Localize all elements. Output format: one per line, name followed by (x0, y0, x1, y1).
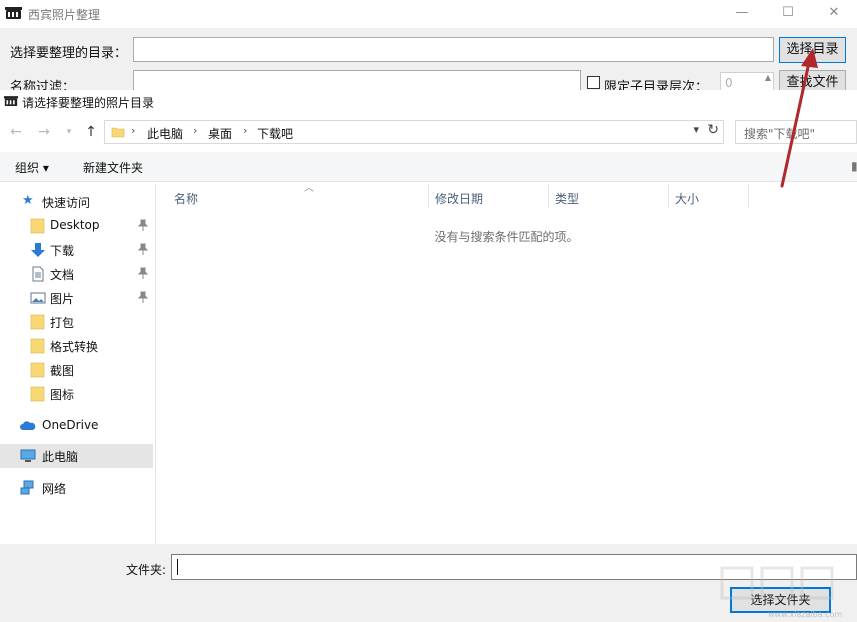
navigation-pane: ★ 快速访问 Desktop 下载 文档 图片 打包 (0, 184, 156, 544)
dialog-titlebar: 请选择要整理的照片目录 (0, 90, 857, 114)
dialog-toolbar: 组织 ▾ 新建文件夹 ▮ (0, 152, 857, 182)
network-icon (20, 480, 36, 496)
column-header-date[interactable]: 修改日期 (429, 184, 549, 208)
sidebar-item-this-pc[interactable]: 此电脑 (0, 444, 153, 468)
file-list: ︿ 名称 修改日期 类型 大小 没有与搜索条件匹配的项。 (156, 184, 857, 544)
picture-icon (30, 290, 46, 306)
download-arrow-icon (30, 242, 46, 258)
column-header-name[interactable]: ︿ 名称 (168, 184, 429, 208)
breadcrumb-desktop[interactable]: 桌面 (208, 125, 232, 142)
name-filter-input[interactable] (133, 70, 581, 92)
depth-stepper[interactable]: 0 ▲ (720, 72, 774, 92)
folder-label: 文件夹: (126, 561, 166, 578)
sidebar-label: 截图 (50, 362, 74, 379)
sidebar-label: Desktop (50, 218, 100, 232)
pin-icon[interactable] (138, 291, 148, 303)
sidebar-item-desktop[interactable]: Desktop (0, 214, 153, 238)
folder-icon (30, 338, 46, 354)
sidebar-quick-access[interactable]: ★ 快速访问 (0, 190, 153, 214)
star-icon: ★ (22, 193, 38, 209)
minimize-button[interactable]: — (719, 0, 765, 28)
breadcrumb-this-pc[interactable]: 此电脑 (147, 125, 183, 142)
breadcrumb-download[interactable]: 下载吧 (257, 125, 293, 142)
empty-message: 没有与搜索条件匹配的项。 (156, 228, 857, 245)
dir-label: 选择要整理的目录： (10, 42, 127, 61)
folder-icon (30, 314, 46, 330)
limit-depth-checkbox[interactable] (587, 76, 600, 89)
computer-icon (20, 448, 36, 464)
sidebar-label: 此电脑 (42, 448, 78, 465)
maximize-button[interactable]: ☐ (765, 0, 811, 28)
dialog-title: 请选择要整理的照片目录 (22, 94, 154, 111)
watermark-url: www.xiazaiba.com (768, 610, 842, 619)
dir-input[interactable] (133, 37, 774, 62)
address-bar[interactable]: › 此电脑 › 桌面 › 下载吧 ▾ ↻ (104, 120, 724, 144)
annotation-arrow-icon (770, 44, 830, 194)
close-button[interactable]: ✕ (811, 0, 857, 28)
organize-menu[interactable]: 组织 ▾ (15, 159, 49, 176)
recent-chevron-icon[interactable]: ▾ (58, 121, 80, 143)
sidebar-label: 格式转换 (50, 338, 98, 355)
cloud-icon (20, 418, 36, 434)
chevron-right-icon: › (243, 124, 247, 137)
navigation-bar: ← → ▾ ↑ › 此电脑 › 桌面 › 下载吧 ▾ ↻ 搜索"下载吧" (0, 118, 857, 148)
app-window: 西宾照片整理 — ☐ ✕ 选择要整理的目录： 选择目录 名称过滤： 限定子目录层… (0, 0, 857, 92)
up-arrow-icon[interactable]: ↑ (80, 121, 102, 143)
column-header-label: 名称 (174, 192, 198, 206)
forward-arrow-icon[interactable]: → (33, 121, 55, 143)
new-folder-button[interactable]: 新建文件夹 (83, 159, 143, 176)
folder-icon (30, 386, 46, 402)
sidebar-label: 图片 (50, 290, 74, 307)
folder-icon (30, 362, 46, 378)
sidebar-label: 下载 (50, 242, 74, 259)
sidebar-item-pictures[interactable]: 图片 (0, 286, 153, 310)
sidebar-label: 网络 (42, 480, 66, 497)
sidebar-item-pack[interactable]: 打包 (0, 310, 153, 334)
document-icon (30, 266, 46, 282)
sidebar-label: 文档 (50, 266, 74, 283)
chevron-right-icon: › (131, 124, 135, 137)
view-options-icon[interactable]: ▮ (851, 159, 857, 173)
sidebar-item-format-convert[interactable]: 格式转换 (0, 334, 153, 358)
chevron-right-icon: › (193, 124, 197, 137)
folder-icon (111, 125, 125, 139)
column-header-size[interactable]: 大小 (669, 184, 749, 208)
back-arrow-icon[interactable]: ← (5, 121, 27, 143)
sidebar-label: 图标 (50, 386, 74, 403)
sidebar-item-documents[interactable]: 文档 (0, 262, 153, 286)
app-icon (4, 96, 18, 107)
app-icon (5, 7, 22, 20)
sidebar-label: 快速访问 (42, 194, 90, 211)
sidebar-label: 打包 (50, 314, 74, 331)
folder-picker-dialog: 请选择要整理的照片目录 ← → ▾ ↑ › 此电脑 › 桌面 › 下载吧 ▾ ↻… (0, 90, 857, 622)
pin-icon[interactable] (138, 243, 148, 255)
column-header-label: 修改日期 (435, 192, 483, 206)
depth-value: 0 (725, 76, 733, 90)
folder-icon (30, 218, 46, 234)
address-dropdown-icon[interactable]: ▾ (693, 123, 699, 136)
app-titlebar: 西宾照片整理 — ☐ ✕ (0, 0, 857, 28)
text-caret (177, 559, 178, 575)
sidebar-item-onedrive[interactable]: OneDrive (0, 414, 153, 438)
app-title: 西宾照片整理 (28, 6, 100, 23)
pin-icon[interactable] (138, 219, 148, 231)
sidebar-item-screenshots[interactable]: 截图 (0, 358, 153, 382)
sidebar-label: OneDrive (42, 418, 98, 432)
sidebar-item-network[interactable]: 网络 (0, 476, 153, 500)
column-header-label: 大小 (675, 192, 699, 206)
column-header-type[interactable]: 类型 (549, 184, 669, 208)
column-header-label: 类型 (555, 192, 579, 206)
sort-up-icon: ︿ (304, 179, 314, 194)
pin-icon[interactable] (138, 267, 148, 279)
sidebar-item-icons[interactable]: 图标 (0, 382, 153, 406)
sidebar-item-downloads[interactable]: 下载 (0, 238, 153, 262)
refresh-icon[interactable]: ↻ (707, 122, 719, 138)
